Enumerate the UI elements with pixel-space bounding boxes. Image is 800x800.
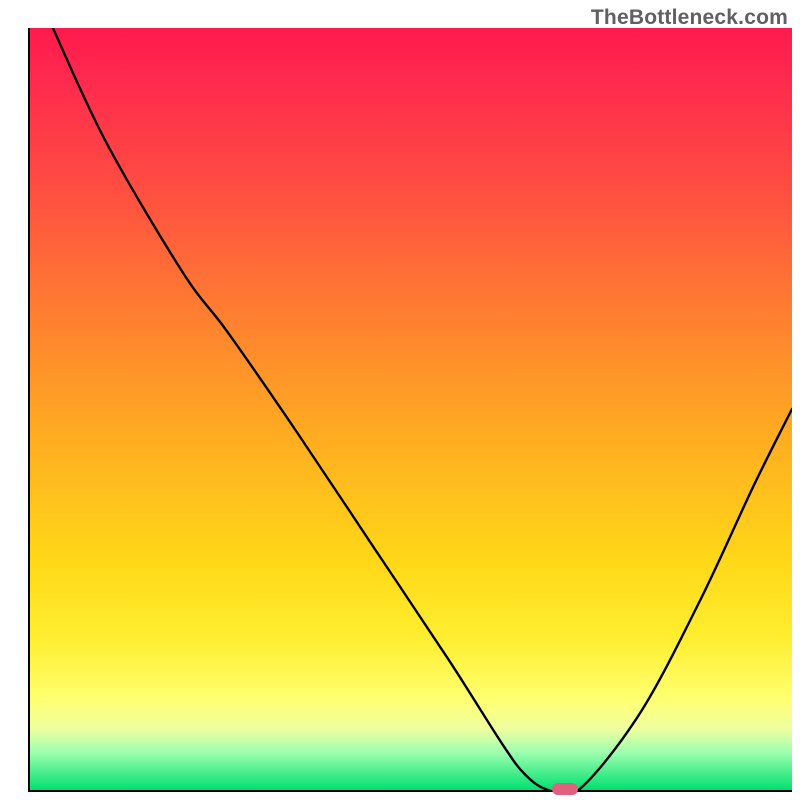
watermark-text: TheBottleneck.com — [591, 6, 788, 30]
optimum-marker — [552, 783, 578, 795]
bottleneck-curve — [30, 28, 792, 790]
plot-area — [28, 28, 792, 792]
chart-container: TheBottleneck.com — [0, 0, 800, 800]
